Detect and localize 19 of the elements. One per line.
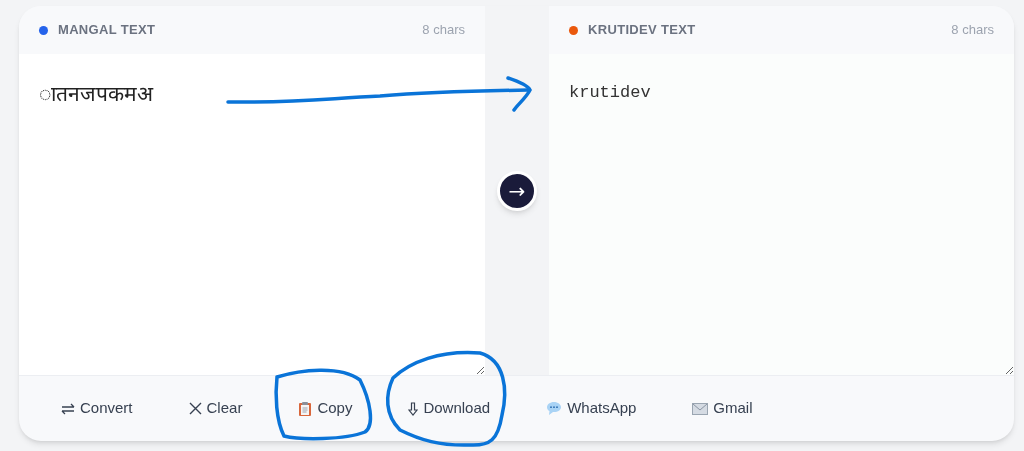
action-button[interactable]: Copy xyxy=(284,389,367,428)
text-area[interactable]: ातनजपकमअ xyxy=(19,54,485,375)
char-count: 8 chars xyxy=(422,21,465,40)
text-area[interactable]: krutidev xyxy=(549,54,1014,375)
envelope-icon xyxy=(692,402,709,415)
clipboard-icon xyxy=(298,400,313,417)
panel-title: KRUTIDEV TEXT xyxy=(588,21,696,40)
swap-icon xyxy=(61,402,75,415)
panel-title: MANGAL TEXT xyxy=(58,21,156,40)
action-button[interactable]: Download xyxy=(394,389,505,428)
chat-bubble-icon xyxy=(546,401,563,416)
action-button[interactable]: Clear xyxy=(174,389,257,428)
char-count: 8 chars xyxy=(951,21,994,40)
action-button[interactable]: Gmail xyxy=(678,389,767,428)
convert-arrow-button[interactable]: → xyxy=(497,170,537,211)
action-button[interactable]: WhatsApp xyxy=(532,389,651,428)
action-button[interactable]: Convert xyxy=(47,389,147,428)
download-icon xyxy=(408,401,419,416)
close-icon xyxy=(188,402,202,415)
